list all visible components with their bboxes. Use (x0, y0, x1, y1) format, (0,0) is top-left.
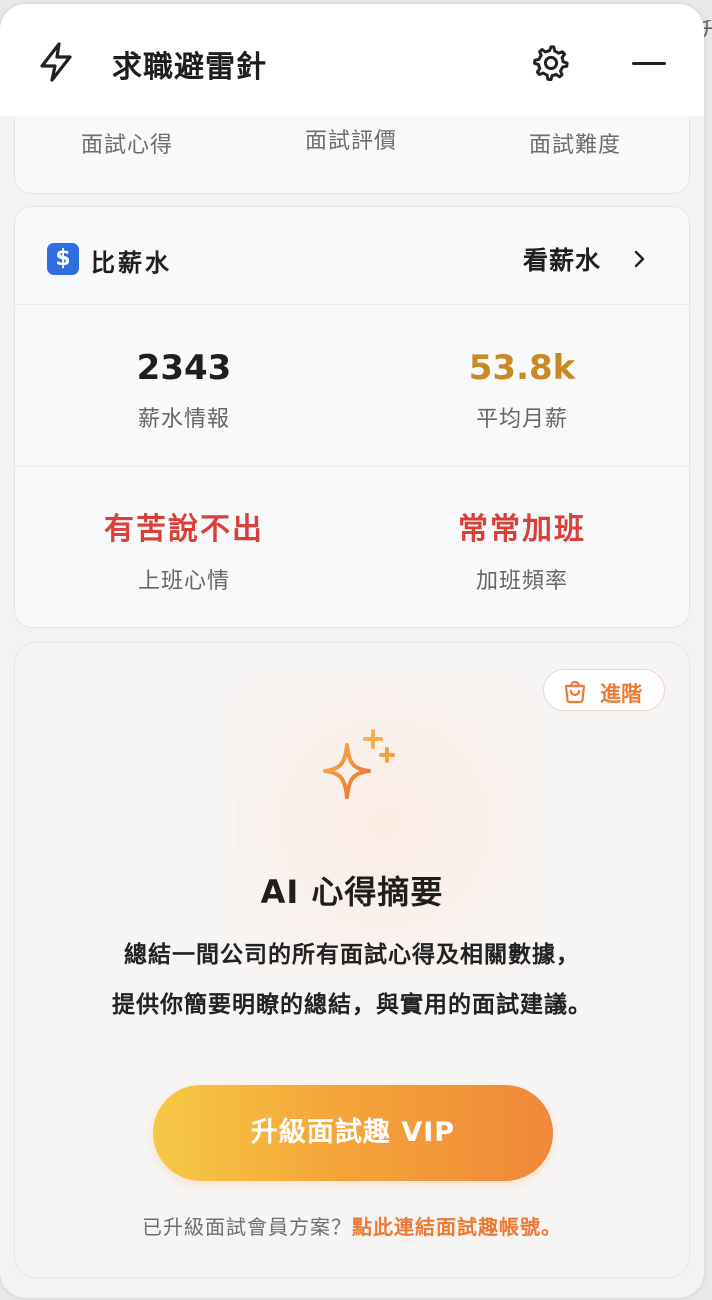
premium-badge[interactable]: 進階 (543, 669, 665, 711)
sparkle-icon (323, 729, 395, 799)
ai-summary-description-line1: 總結一間公司的所有面試心得及相關數據， (124, 942, 580, 968)
work-mood-stat: 有苦說不出 上班心情 (15, 469, 353, 595)
already-upgraded-text: 已升級面試會員方案？ (142, 1215, 352, 1239)
ai-summary-title: AI 心得摘要 (260, 873, 444, 911)
panel-header: 求職避雷針 (0, 4, 704, 116)
interview-stats-labels: 面試心得 面試評價 面試難度 (15, 125, 689, 165)
chevron-right-icon[interactable] (631, 247, 649, 271)
panel-title: 求職避雷針 (112, 50, 267, 85)
gear-icon[interactable] (530, 42, 572, 84)
background-glow (235, 673, 535, 973)
average-salary-label: 平均月薪 (475, 407, 568, 432)
work-mood-label: 上班心情 (137, 569, 230, 594)
salary-title: 比薪水 (91, 249, 172, 277)
salary-reports-label: 薪水情報 (137, 407, 230, 432)
upgrade-vip-button[interactable]: 升級面試趣 VIP (153, 1085, 553, 1181)
ai-summary-card: 進階 AI 心得摘要 總結一間公司的所有面試心得及相關數據， 提供你簡要明瞭的總… (14, 642, 690, 1278)
dollar-icon: $ (47, 243, 79, 275)
view-salary-link[interactable]: 看薪水 (523, 241, 601, 277)
bag-icon (564, 680, 586, 704)
salary-reports-stat: 2343 薪水情報 (15, 307, 353, 433)
minimize-icon[interactable] (626, 44, 670, 84)
salary-reports-value: 2343 (136, 348, 232, 388)
mood-stat-row: 有苦說不出 上班心情 常常加班 加班頻率 (15, 469, 689, 629)
work-mood-value: 有苦說不出 (104, 512, 264, 547)
overtime-stat: 常常加班 加班頻率 (353, 469, 691, 595)
ai-summary-description-line2: 提供你簡要明瞭的總結，與實用的面試建議。 (112, 992, 592, 1018)
tab-interview-experience[interactable]: 面試心得 (81, 127, 173, 159)
average-salary-value: 53.8k (468, 348, 576, 388)
account-link-note: 已升級面試會員方案？點此連結面試趣帳號。 (15, 1211, 689, 1240)
side-panel: 求職避雷針 面試心得 面試評價 面試難度 $ 比薪水 看薪水 2343 薪水情報 (0, 4, 704, 1298)
salary-card-header: $ 比薪水 看薪水 (15, 207, 689, 305)
tab-interview-difficulty[interactable]: 面試難度 (529, 127, 621, 159)
salary-card: $ 比薪水 看薪水 2343 薪水情報 53.8k 平均月薪 有苦說不出 上班心… (14, 206, 690, 628)
overtime-label: 加班頻率 (475, 569, 568, 594)
salary-stat-row: 2343 薪水情報 53.8k 平均月薪 (15, 307, 689, 467)
link-account-link[interactable]: 點此連結面試趣帳號。 (352, 1215, 562, 1239)
average-salary-stat: 53.8k 平均月薪 (353, 307, 691, 433)
premium-badge-label: 進階 (600, 682, 642, 706)
tab-interview-review[interactable]: 面試評價 (305, 123, 397, 155)
overtime-value: 常常加班 (458, 512, 586, 547)
bolt-icon (40, 42, 72, 82)
